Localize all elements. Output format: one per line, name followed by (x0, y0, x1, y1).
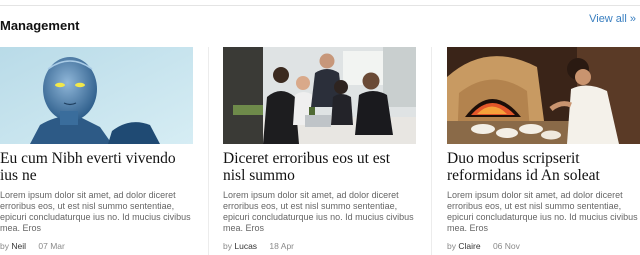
article-excerpt: Lorem ipsum dolor sit amet, ad dolor dic… (447, 190, 638, 233)
by-label: by (0, 241, 9, 251)
article-title[interactable]: Diceret erroribus eos ut est nisl summo (223, 150, 416, 184)
column-divider (431, 47, 432, 255)
article-excerpt: Lorem ipsum dolor sit amet, ad dolor dic… (0, 190, 191, 233)
article-image-meeting[interactable] (223, 47, 416, 144)
by-label: by (447, 241, 456, 251)
article-image-robot[interactable] (0, 47, 193, 144)
column-divider (208, 47, 209, 255)
view-all-link[interactable]: View all » (589, 13, 636, 25)
article-title[interactable]: Duo modus scripserit reformidans id An s… (447, 150, 640, 184)
author-link[interactable]: Claire (458, 241, 480, 251)
article-title[interactable]: Eu cum Nibh everti vivendo ius ne (0, 150, 193, 184)
author-link[interactable]: Lucas (234, 241, 257, 251)
article-date: 18 Apr (269, 241, 294, 251)
article-date: 07 Mar (38, 241, 65, 251)
article-image-chef[interactable] (447, 47, 640, 144)
author-link[interactable]: Neil (11, 241, 26, 251)
article-date: 06 Nov (492, 241, 520, 251)
section-title: Management (0, 18, 80, 33)
article-meta: by Lucas 18 Apr (223, 241, 416, 251)
article-meta: by Claire 06 Nov (447, 241, 640, 251)
article-card: Diceret erroribus eos ut est nisl summo … (223, 47, 416, 251)
top-rule (0, 5, 640, 6)
by-label: by (223, 241, 232, 251)
article-card: Eu cum Nibh everti vivendo ius ne Lorem … (0, 47, 193, 251)
article-excerpt: Lorem ipsum dolor sit amet, ad dolor dic… (223, 190, 414, 233)
section-header: Management View all » (0, 12, 640, 38)
article-meta: by Neil 07 Mar (0, 241, 193, 251)
article-card: Duo modus scripserit reformidans id An s… (447, 47, 640, 251)
